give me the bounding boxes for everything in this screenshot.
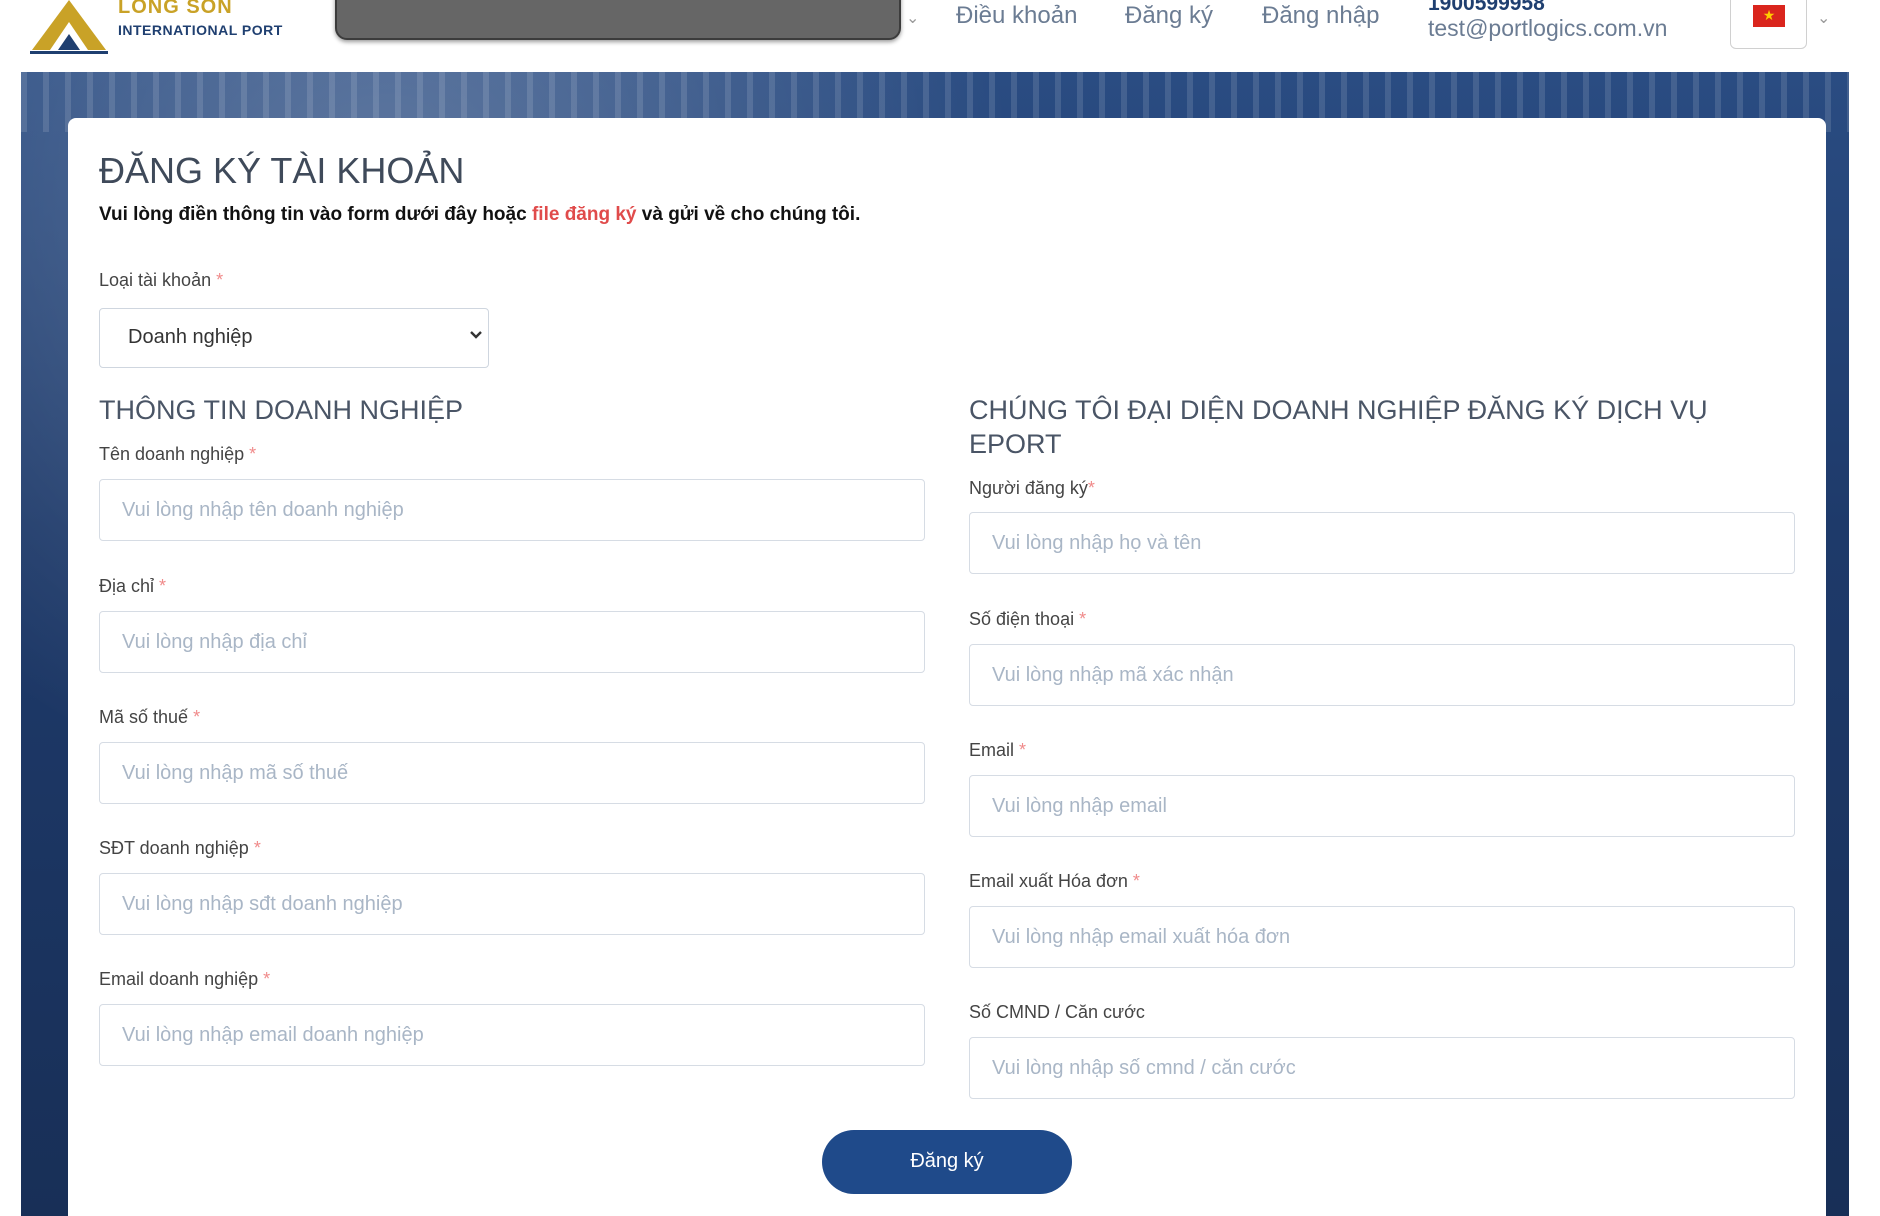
email-label: Email * [969,740,1027,760]
phone-label: Số điện thoại * [969,609,1087,629]
tax-code-input[interactable]: Vui lòng nhập mã số thuế [99,742,925,804]
top-header: LONG SON INTERNATIONAL PORT ⌄ Điều khoản… [0,0,1880,72]
page-title: ĐĂNG KÝ TÀI KHOẢN [99,150,465,191]
placeholder: Vui lòng nhập tên doanh nghiệp [122,499,404,521]
placeholder: Vui lòng nhập mã số thuế [122,762,349,784]
account-type-select[interactable]: Doanh nghiệp [99,308,489,368]
email-input[interactable]: Vui lòng nhập email [969,775,1795,837]
required-mark: * [159,576,167,596]
dropdown-overlay[interactable] [335,0,901,40]
invoice-email-label: Email xuất Hóa đơn * [969,871,1140,891]
placeholder: Vui lòng nhập họ và tên [992,532,1202,554]
nav-register[interactable]: Đăng ký [1125,2,1213,30]
account-type-label: Loại tài khoản * [99,270,224,290]
required-mark: * [253,838,261,858]
company-info-title: THÔNG TIN DOANH NGHIỆP [99,395,464,425]
vietnam-flag-icon: ★ [1753,5,1785,27]
registration-file-link[interactable]: file đăng ký [532,204,637,225]
invoice-email-input[interactable]: Vui lòng nhập email xuất hóa đơn [969,906,1795,968]
required-mark: * [193,707,201,727]
company-name-input[interactable]: Vui lòng nhập tên doanh nghiệp [99,479,925,541]
language-selector[interactable]: ★ [1730,0,1807,49]
port-logo-icon[interactable] [28,0,110,55]
placeholder: Vui lòng nhập email xuất hóa đơn [992,926,1291,948]
placeholder: Vui lòng nhập email doanh nghiệp [122,1024,424,1046]
required-mark: * [249,444,257,464]
intro-text: Vui lòng điền thông tin vào form dưới đâ… [99,204,860,226]
intro-after: và gửi về cho chúng tôi. [636,204,861,225]
required-mark: * [1019,740,1027,760]
intro-before: Vui lòng điền thông tin vào form dưới đâ… [99,204,532,225]
placeholder: Vui lòng nhập địa chỉ [122,631,307,653]
registration-card: ĐĂNG KÝ TÀI KHOẢN Vui lòng điền thông ti… [68,118,1826,1216]
address-input[interactable]: Vui lòng nhập địa chỉ [99,611,925,673]
account-type-value: Doanh nghiệp [128,326,253,348]
address-label: Địa chỉ * [99,576,167,596]
required-mark: * [216,270,224,290]
representative-title-line2: EPORT [969,429,1062,459]
nav-terms[interactable]: Điều khoản [956,2,1077,30]
chevron-down-icon [470,331,482,339]
tax-code-label: Mã số thuế * [99,707,201,727]
chevron-down-icon[interactable]: ⌄ [906,8,919,27]
flag-star: ★ [1762,8,1776,24]
placeholder: Vui lòng nhập sđt doanh nghiệp [122,893,403,915]
representative-title: CHÚNG TÔI ĐẠI DIỆN DOANH NGHIỆP ĐĂNG KÝ … [969,393,1708,461]
company-phone-input[interactable]: Vui lòng nhập sđt doanh nghiệp [99,873,925,935]
company-email-input[interactable]: Vui lòng nhập email doanh nghiệp [99,1004,925,1066]
brand-subtitle: INTERNATIONAL PORT [118,22,283,38]
required-mark: * [1087,478,1095,498]
id-card-label: Số CMND / Căn cước [969,1002,1145,1022]
placeholder: Vui lòng nhập mã xác nhận [992,664,1234,686]
language-chevron-down-icon[interactable]: ⌄ [1817,8,1830,27]
company-email-label: Email doanh nghiệp * [99,969,271,989]
hotline-number: 1900599958 [1428,0,1545,15]
representative-title-line1: CHÚNG TÔI ĐẠI DIỆN DOANH NGHIỆP ĐĂNG KÝ … [969,395,1708,425]
id-card-input[interactable]: Vui lòng nhập số cmnd / căn cước [969,1037,1795,1099]
placeholder: Vui lòng nhập email [992,795,1167,817]
placeholder: Vui lòng nhập số cmnd / căn cước [992,1057,1296,1079]
register-button[interactable]: Đăng ký [822,1130,1072,1194]
company-phone-label: SĐT doanh nghiệp * [99,838,261,858]
company-name-label: Tên doanh nghiệp * [99,444,257,464]
required-mark: * [263,969,271,989]
registrant-label: Người đăng ký* [969,478,1095,498]
required-mark: * [1079,609,1087,629]
contact-email: test@portlogics.com.vn [1428,15,1668,41]
required-mark: * [1132,871,1140,891]
registrant-name-input[interactable]: Vui lòng nhập họ và tên [969,512,1795,574]
brand-name: LONG SON [118,0,233,18]
nav-login[interactable]: Đăng nhập [1262,2,1379,30]
register-button-label: Đăng ký [910,1150,984,1172]
phone-input[interactable]: Vui lòng nhập mã xác nhận [969,644,1795,706]
